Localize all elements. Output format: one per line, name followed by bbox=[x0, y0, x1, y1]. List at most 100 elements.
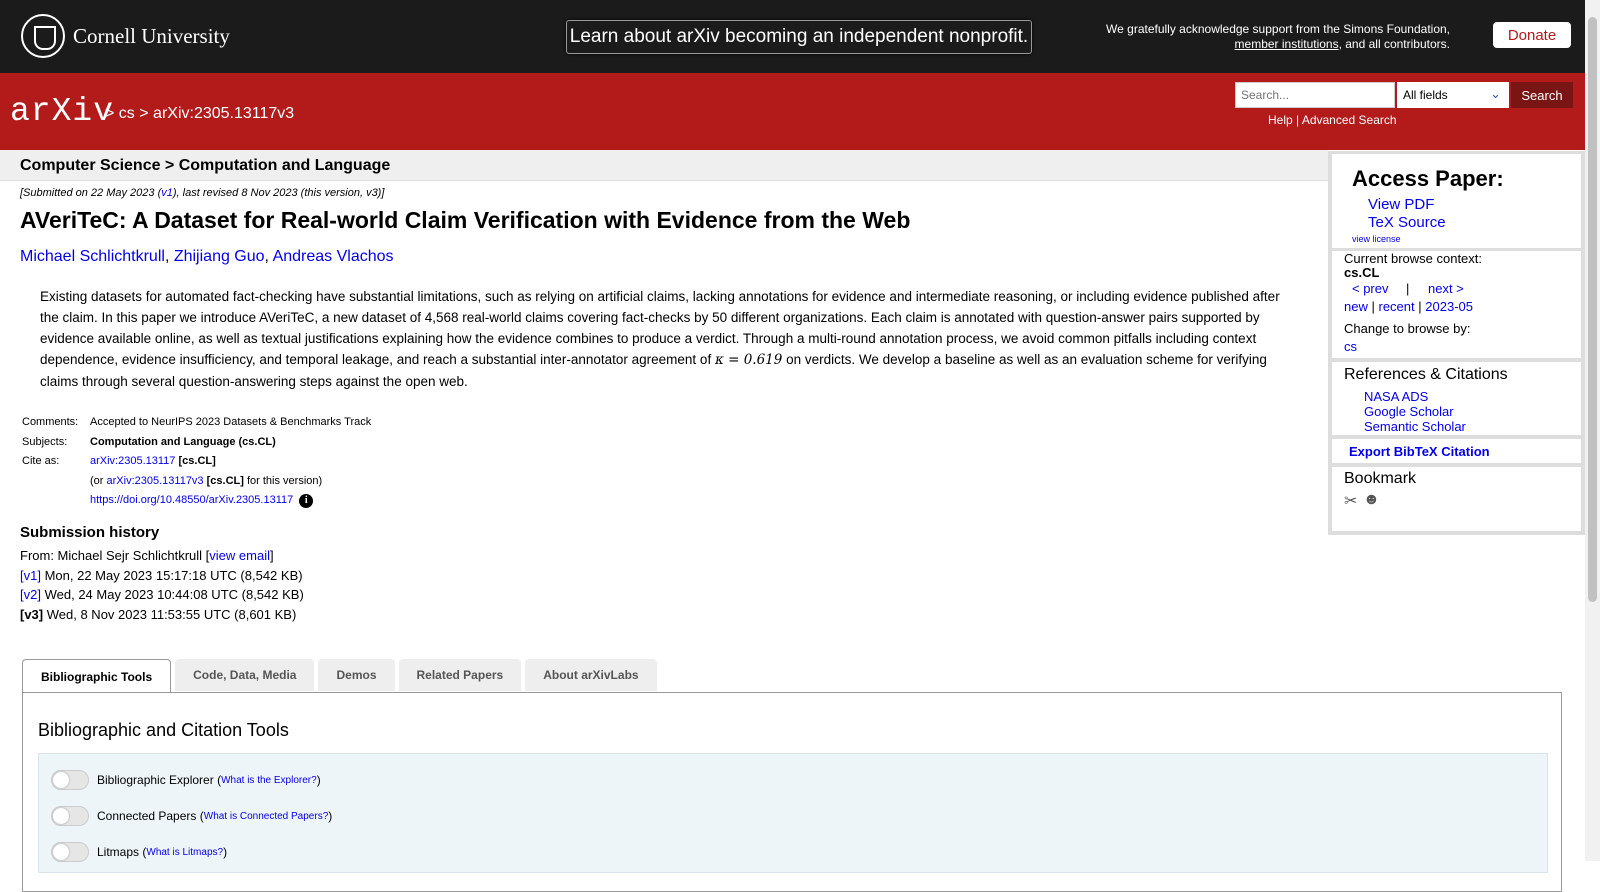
help-link[interactable]: Help bbox=[1268, 113, 1293, 127]
breadcrumb-paper-id: arXiv:2305.13117v3 bbox=[153, 105, 295, 122]
subjects-row: Subjects: Computation and Language (cs.C… bbox=[22, 433, 371, 453]
cornell-logo[interactable]: Cornell University bbox=[21, 12, 230, 60]
search-links: Help | Advanced Search bbox=[1268, 113, 1397, 127]
new-link[interactable]: new bbox=[1344, 299, 1368, 314]
author-link[interactable]: Andreas Vlachos bbox=[273, 248, 394, 265]
breadcrumb-separator: > bbox=[139, 105, 149, 122]
submission-history-title: Submission history bbox=[20, 524, 160, 541]
member-institutions-link[interactable]: member institutions bbox=[1235, 37, 1339, 51]
tab-bibliographic-tools[interactable]: Bibliographic Tools bbox=[22, 659, 172, 693]
search-button[interactable]: Search bbox=[1511, 82, 1573, 108]
from-close: ] bbox=[269, 548, 274, 563]
chevron-down-icon: ⌄ bbox=[1490, 86, 1501, 101]
reddit-icon[interactable]: ☻ bbox=[1363, 491, 1380, 509]
vertical-scrollbar[interactable] bbox=[1585, 0, 1600, 861]
info-icon[interactable]: i bbox=[299, 494, 314, 508]
breadcrumb-cs[interactable]: cs bbox=[119, 105, 135, 122]
tool-litmaps: Litmaps (What is Litmaps?) bbox=[51, 842, 227, 862]
subject-header: Computer Science > Computation and Langu… bbox=[0, 150, 1328, 181]
search-field-select[interactable]: All fields ⌄ bbox=[1397, 82, 1509, 108]
v1-link[interactable]: v1 bbox=[161, 187, 173, 199]
arxiv-header: arXiv > cs > arXiv:2305.13117v3 All fiel… bbox=[0, 73, 1585, 150]
search-input[interactable] bbox=[1235, 82, 1395, 108]
scrollbar-thumb[interactable] bbox=[1588, 17, 1597, 602]
recent-link[interactable]: recent bbox=[1379, 299, 1415, 314]
toggle-switch[interactable] bbox=[51, 770, 89, 790]
submission-dateline: [Submitted on 22 May 2023 (v1), last rev… bbox=[20, 187, 384, 199]
version-row: [v1] Mon, 22 May 2023 15:17:18 UTC (8,54… bbox=[20, 566, 304, 586]
toggle-switch[interactable] bbox=[51, 842, 89, 862]
tool-name: Litmaps bbox=[97, 845, 140, 859]
donate-button[interactable]: Donate bbox=[1493, 22, 1571, 48]
cornell-name: Cornell University bbox=[73, 23, 230, 48]
month-link[interactable]: 2023-05 bbox=[1425, 299, 1473, 314]
tool-name: Connected Papers bbox=[97, 809, 197, 823]
bookmark-title: Bookmark bbox=[1344, 470, 1417, 487]
tex-source-link[interactable]: TeX Source bbox=[1368, 214, 1446, 231]
cite-link[interactable]: arXiv:2305.13117 bbox=[90, 455, 175, 467]
next-link[interactable]: next > bbox=[1428, 281, 1464, 296]
tab-code-data-media[interactable]: Code, Data, Media bbox=[175, 659, 315, 691]
bibsonomy-icon[interactable]: ✂ bbox=[1344, 491, 1357, 511]
version-link[interactable]: [v2] bbox=[20, 587, 41, 602]
references-title: References & Citations bbox=[1344, 366, 1508, 383]
change-browse-label: Change to browse by: bbox=[1344, 321, 1471, 336]
from-line: From: Michael Sejr Schlichtkrull [view e… bbox=[20, 546, 304, 566]
metadata-table: Comments: Accepted to NeurIPS 2023 Datas… bbox=[22, 413, 371, 511]
submission-history: From: Michael Sejr Schlichtkrull [view e… bbox=[20, 546, 304, 624]
doi-link[interactable]: https://doi.org/10.48550/arXiv.2305.1311… bbox=[90, 494, 293, 506]
comments-row: Comments: Accepted to NeurIPS 2023 Datas… bbox=[22, 413, 371, 433]
link-separator: | bbox=[1296, 113, 1300, 127]
browse-separator: | bbox=[1371, 299, 1375, 314]
browse-separator: | bbox=[1418, 299, 1422, 314]
view-pdf-link[interactable]: View PDF bbox=[1368, 196, 1434, 213]
version-link[interactable]: [v1] bbox=[20, 568, 41, 583]
comments-value: Accepted to NeurIPS 2023 Datasets & Benc… bbox=[90, 416, 372, 428]
google-scholar-link[interactable]: Google Scholar bbox=[1364, 404, 1454, 419]
comments-label: Comments: bbox=[22, 416, 79, 428]
ack-text: We gratefully acknowledge support from t… bbox=[1106, 22, 1450, 36]
version-text: Wed, 24 May 2023 10:44:08 UTC (8,542 KB) bbox=[44, 587, 304, 602]
abstract-math: κ = 0.619 bbox=[714, 352, 783, 368]
advanced-search-link[interactable]: Advanced Search bbox=[1302, 113, 1397, 127]
browse-context-label: Current browse context: bbox=[1344, 251, 1483, 266]
tool-help-link[interactable]: What is Connected Papers? bbox=[204, 811, 329, 822]
top-bar: Cornell University Learn about arXiv bec… bbox=[0, 0, 1585, 73]
arxiv-logo[interactable]: arXiv bbox=[10, 93, 114, 130]
cite-or: (or bbox=[90, 474, 104, 487]
subjects-value: Computation and Language (cs.CL) bbox=[90, 435, 276, 448]
tool-bibliographic-explorer: Bibliographic Explorer (What is the Expl… bbox=[51, 770, 321, 790]
export-bibtex-link[interactable]: Export BibTeX Citation bbox=[1349, 444, 1490, 459]
tool-help-link[interactable]: What is Litmaps? bbox=[146, 847, 223, 858]
tab-demos[interactable]: Demos bbox=[318, 659, 395, 691]
nasa-ads-link[interactable]: NASA ADS bbox=[1364, 389, 1428, 404]
tool-help-link[interactable]: What is the Explorer? bbox=[221, 775, 317, 786]
breadcrumb-separator: > bbox=[105, 105, 115, 122]
tab-about-arxivlabs[interactable]: About arXivLabs bbox=[525, 659, 657, 691]
version-text: Wed, 8 Nov 2023 11:53:55 UTC (8,601 KB) bbox=[46, 606, 297, 622]
cite-version-row: (or arXiv:2305.13117v3 [cs.CL] for this … bbox=[22, 472, 371, 492]
author-link[interactable]: Zhijiang Guo bbox=[174, 248, 265, 265]
abstract: Existing datasets for automated fact-che… bbox=[40, 286, 1295, 392]
prev-link[interactable]: < prev bbox=[1352, 281, 1389, 296]
browse-cs-link[interactable]: cs bbox=[1344, 339, 1357, 354]
browse-context-value: cs.CL bbox=[1344, 265, 1380, 280]
cornell-seal-icon bbox=[21, 14, 65, 58]
from-text: From: Michael Sejr Schlichtkrull [ bbox=[20, 548, 210, 563]
nonprofit-banner-button[interactable]: Learn about arXiv becoming an independen… bbox=[566, 20, 1032, 54]
tab-related-papers[interactable]: Related Papers bbox=[398, 659, 522, 691]
semantic-scholar-link[interactable]: Semantic Scholar bbox=[1364, 419, 1466, 434]
browse-context-box: Current browse context: cs.CL < prev | n… bbox=[1332, 251, 1581, 358]
tool-name: Bibliographic Explorer bbox=[97, 773, 214, 787]
prev-next-separator: | bbox=[1406, 281, 1410, 296]
view-email-link[interactable]: view email bbox=[209, 548, 270, 563]
cite-version-category: [cs.CL] bbox=[206, 474, 244, 487]
toggle-switch[interactable] bbox=[51, 806, 89, 826]
author-link[interactable]: Michael Schlichtkrull bbox=[20, 248, 165, 265]
authors: Michael Schlichtkrull, Zhijiang Guo, And… bbox=[20, 248, 394, 265]
view-license-link[interactable]: view license bbox=[1352, 234, 1401, 244]
cite-label: Cite as: bbox=[22, 455, 60, 467]
cite-version-link[interactable]: arXiv:2305.13117v3 bbox=[107, 475, 204, 487]
version-row: [v3] Wed, 8 Nov 2023 11:53:55 UTC (8,601… bbox=[20, 605, 304, 625]
labs-tabs: Bibliographic Tools Code, Data, Media De… bbox=[22, 659, 657, 693]
